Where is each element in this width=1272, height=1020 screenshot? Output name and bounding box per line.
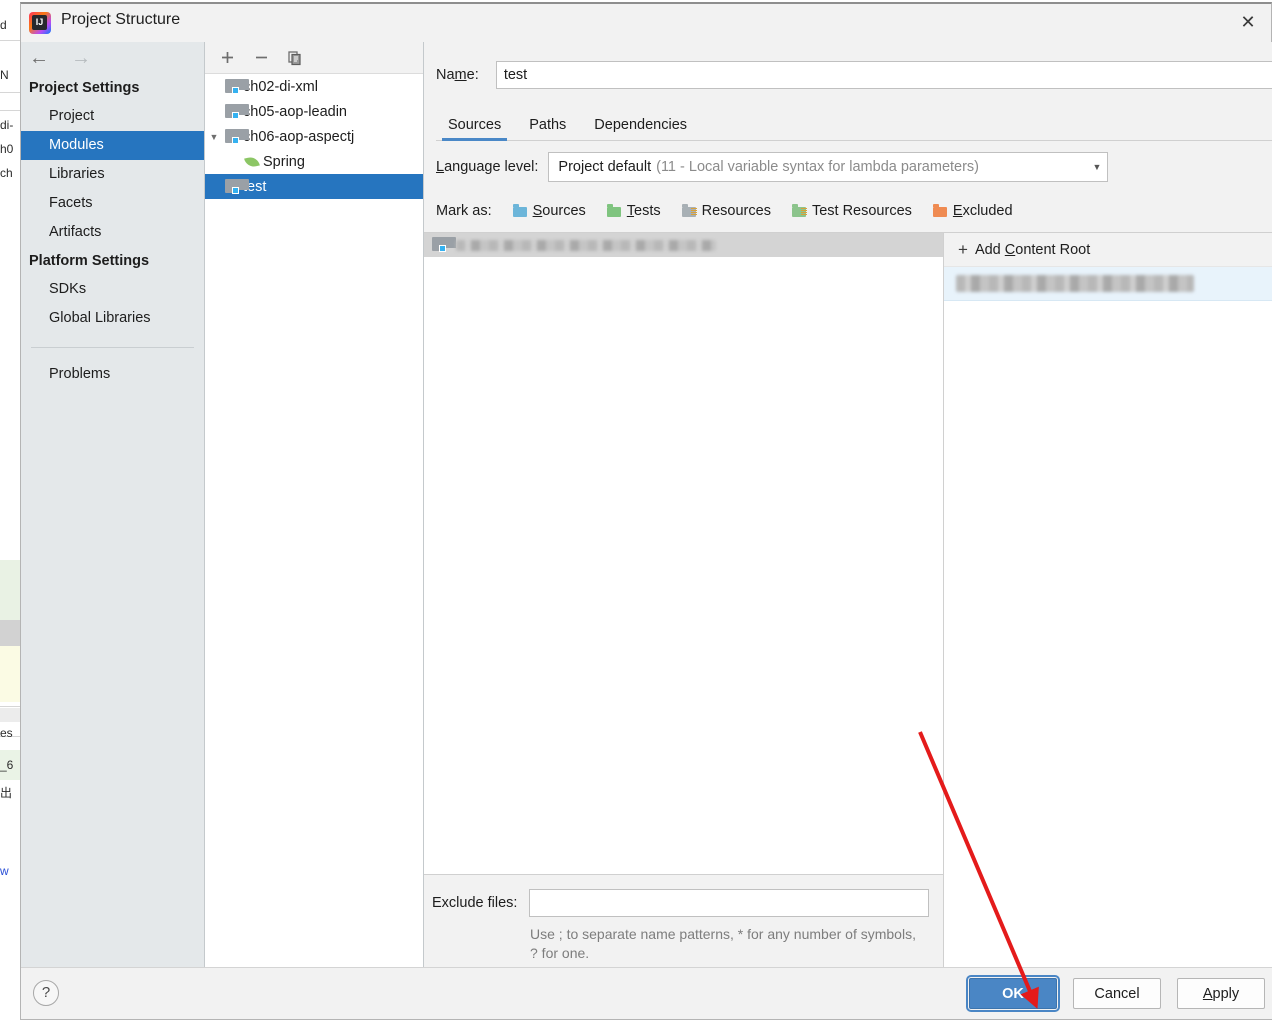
intellij-idea-logo-icon: IJ (29, 12, 51, 34)
chevron-down-icon: ▼ (1092, 162, 1102, 172)
tree-row[interactable]: Spring (205, 149, 423, 174)
sidebar-item-problems[interactable]: Problems (21, 360, 204, 389)
arrow-right-icon[interactable]: → (71, 48, 91, 68)
language-level-value: Project default (558, 159, 652, 175)
exclude-files-label: Exclude files: (432, 895, 518, 911)
mark-as-label: Excluded (952, 203, 1013, 219)
redacted-root-path-text (956, 275, 1194, 292)
tree-row-label: ch02-di-xml (243, 78, 318, 95)
tree-row[interactable]: ▼ ch06-aop-aspectj (205, 124, 423, 149)
language-level-select[interactable]: Project default (11 - Local variable syn… (548, 152, 1109, 182)
excluded-folder-icon (932, 204, 948, 218)
module-folder-icon (223, 103, 249, 120)
tree-row[interactable]: test (205, 174, 423, 199)
content-root-header-row[interactable] (424, 233, 943, 257)
sources-folder-icon (512, 204, 528, 218)
dialog-body: ← → Project Settings Project Modules Librar… (21, 42, 1272, 970)
test-resources-folder-icon (791, 204, 807, 218)
mark-as-sources-button[interactable]: Sources (510, 201, 588, 221)
module-name-row: Name: (436, 60, 1272, 90)
mark-as-label: Resources (701, 203, 771, 219)
source-roots-editor: Exclude files: Use ; to separate name pa… (424, 232, 944, 970)
tree-row[interactable]: ch02-di-xml (205, 74, 423, 99)
module-folder-icon (223, 178, 249, 195)
dialog-title: Project Structure (61, 11, 181, 28)
sidebar-item-facets[interactable]: Facets (21, 189, 204, 218)
logo-glyph: IJ (32, 15, 47, 30)
tree-row-label: Spring (263, 153, 305, 170)
mark-as-label: Test Resources (811, 203, 912, 219)
module-tree-toolbar (205, 42, 423, 74)
tree-row[interactable]: ch05-aop-leadin (205, 99, 423, 124)
module-detail-pane: Name: SourcesPathsDependencies Language … (424, 42, 1272, 970)
dialog-footer: ? OK Cancel Apply (21, 967, 1272, 1019)
dialog-buttons: OK Cancel Apply (966, 975, 1265, 1012)
add-module-button[interactable] (217, 48, 237, 68)
sidebar-group-heading: Project Settings (29, 80, 140, 96)
arrow-left-icon[interactable]: ← (29, 48, 49, 68)
sidebar-nav-arrows: ← → (21, 42, 204, 74)
cancel-button[interactable]: Cancel (1073, 978, 1161, 1009)
sidebar-item-artifacts[interactable]: Artifacts (21, 218, 204, 247)
redacted-path-text (456, 239, 716, 251)
ok-button[interactable]: OK (966, 975, 1060, 1012)
tab-paths[interactable]: Paths (517, 113, 578, 140)
mark-as-label: Sources (532, 203, 586, 219)
exclude-files-hint: Use ; to separate name patterns, * for a… (530, 926, 916, 961)
sidebar-item-sdks[interactable]: SDKs (21, 275, 204, 304)
chevron-down-icon[interactable]: ▼ (205, 132, 223, 142)
tab-dependencies[interactable]: Dependencies (582, 113, 699, 140)
close-icon[interactable]: ✕ (1225, 4, 1271, 40)
settings-sidebar: ← → Project Settings Project Modules Librar… (21, 42, 205, 970)
plus-icon: + (958, 240, 968, 259)
sidebar-group-heading: Platform Settings (29, 253, 150, 269)
add-content-root-button[interactable]: + Add Content Root (944, 233, 1272, 267)
sidebar-item-modules[interactable]: Modules (21, 131, 204, 160)
module-tree-panel: ch02-di-xml ch05-aop-leadin ▼ ch06-aop-aspe… (205, 42, 424, 970)
language-level-detail: (11 - Local variable syntax for lambda p… (656, 159, 980, 175)
mark-as-resources-button[interactable]: Resources (679, 201, 773, 221)
mark-as-test-resources-button[interactable]: Test Resources (789, 201, 914, 221)
mark-as-row: Mark as: Sources Tests Resources Test Resou… (436, 197, 1031, 225)
tests-folder-icon (606, 204, 622, 218)
sidebar-item-libraries[interactable]: Libraries (21, 160, 204, 189)
module-name-input[interactable] (495, 61, 1272, 89)
language-level-row: Language level: Project default (11 - Lo… (436, 152, 1109, 182)
mark-as-label: Tests (626, 203, 661, 219)
tree-row-label: ch05-aop-leadin (243, 103, 347, 120)
module-folder-icon (223, 128, 249, 145)
module-name-label: Name: (436, 67, 479, 83)
resources-folder-icon (681, 204, 697, 218)
sidebar-item-project[interactable]: Project (21, 102, 204, 131)
mark-as-label: Mark as: (436, 203, 492, 219)
mark-as-tests-button[interactable]: Tests (604, 201, 663, 221)
content-root-path-row[interactable] (944, 267, 1272, 301)
copy-module-button[interactable] (285, 48, 305, 68)
exclude-files-row: Exclude files: (432, 889, 930, 917)
folder-icon (430, 237, 456, 253)
mark-as-excluded-button[interactable]: Excluded (930, 201, 1015, 221)
project-structure-dialog: IJ Project Structure ✕ ← → Project Setti… (20, 2, 1272, 1020)
spring-leaf-icon (243, 154, 263, 170)
tree-row-label: ch06-aop-aspectj (243, 128, 355, 145)
remove-module-button[interactable] (251, 48, 271, 68)
exclude-files-panel: Exclude files: Use ; to separate name pa… (424, 874, 943, 970)
content-roots-area: Exclude files: Use ; to separate name pa… (424, 232, 1272, 970)
dialog-titlebar: IJ Project Structure ✕ (21, 4, 1271, 42)
sidebar-divider (31, 347, 194, 348)
help-question-icon[interactable]: ? (33, 980, 59, 1006)
apply-button[interactable]: Apply (1177, 978, 1265, 1009)
module-tabs: Sources Paths Dependencies (436, 108, 1272, 141)
module-tree-list: ch02-di-xml ch05-aop-leadin ▼ ch06-aop-aspe… (205, 74, 423, 199)
exclude-files-input[interactable] (529, 889, 930, 917)
language-level-label: Language level: (436, 159, 539, 175)
content-root-list-panel: + Add Content Root (944, 232, 1272, 970)
module-folder-icon (223, 78, 249, 95)
sidebar-item-global-libraries[interactable]: Global Libraries (21, 304, 204, 333)
add-content-root-label: Add Content Root (974, 241, 1091, 258)
tab-sources[interactable]: Sources (436, 113, 513, 141)
